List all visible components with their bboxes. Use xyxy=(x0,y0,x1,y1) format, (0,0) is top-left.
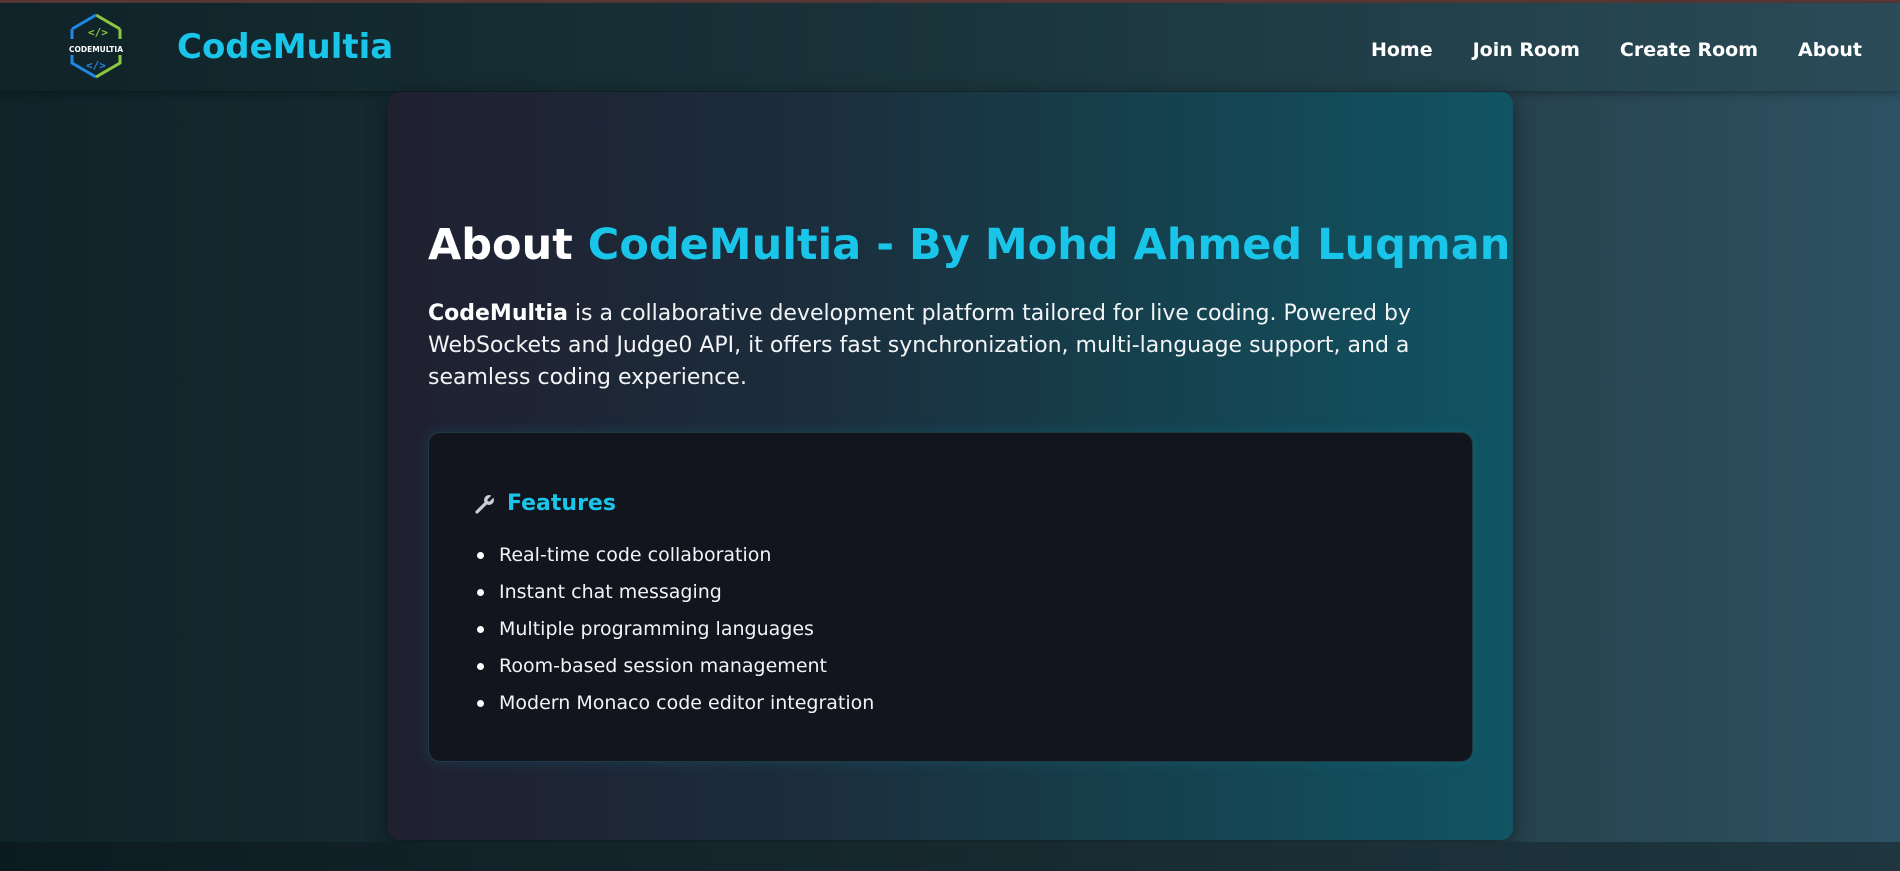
bullet-icon xyxy=(477,552,484,559)
features-heading: Features xyxy=(473,491,616,516)
nav-link-join-room[interactable]: Join Room xyxy=(1473,39,1580,61)
nav-links: Home Join Room Create Room About xyxy=(1371,39,1862,61)
svg-text:</>: </> xyxy=(86,59,106,72)
title-accent: CodeMultia - By Mohd Ahmed Luqman xyxy=(587,220,1511,270)
list-item: Instant chat messaging xyxy=(473,574,874,611)
logo-wordmark: CODEMULTIA xyxy=(69,45,123,54)
feature-text: Instant chat messaging xyxy=(499,581,722,603)
bullet-icon xyxy=(477,700,484,707)
list-item: Modern Monaco code editor integration xyxy=(473,685,874,722)
bullet-icon xyxy=(477,589,484,596)
title-prefix: About xyxy=(428,220,573,270)
navbar: </> </> CODEMULTIA CodeMultia Home Join … xyxy=(0,3,1900,91)
nav-link-about[interactable]: About xyxy=(1798,39,1862,61)
feature-text: Multiple programming languages xyxy=(499,618,814,640)
description-brand: CodeMultia xyxy=(428,301,568,326)
bullet-icon xyxy=(477,663,484,670)
feature-text: Real-time code collaboration xyxy=(499,544,772,566)
list-item: Room-based session management xyxy=(473,648,874,685)
footer-strip xyxy=(0,842,1900,871)
about-description: CodeMultia is a collaborative developmen… xyxy=(428,298,1483,394)
list-item: Real-time code collaboration xyxy=(473,537,874,574)
page-title: About CodeMultia - By Mohd Ahmed Luqman xyxy=(428,220,1510,270)
description-text: is a collaborative development platform … xyxy=(428,301,1411,390)
brand-name[interactable]: CodeMultia xyxy=(177,27,393,67)
features-title: Features xyxy=(507,491,616,516)
bullet-icon xyxy=(477,626,484,633)
about-card: About CodeMultia - By Mohd Ahmed Luqman … xyxy=(388,92,1513,840)
features-panel: Features Real-time code collaboration In… xyxy=(428,432,1473,762)
list-item: Multiple programming languages xyxy=(473,611,874,648)
feature-list: Real-time code collaboration Instant cha… xyxy=(473,537,874,722)
feature-text: Room-based session management xyxy=(499,655,828,677)
svg-text:</>: </> xyxy=(88,26,108,39)
nav-link-create-room[interactable]: Create Room xyxy=(1620,39,1758,61)
wrench-icon xyxy=(473,492,497,516)
codemultia-logo[interactable]: </> </> CODEMULTIA xyxy=(64,11,128,81)
nav-link-home[interactable]: Home xyxy=(1371,39,1433,61)
feature-text: Modern Monaco code editor integration xyxy=(499,692,875,714)
